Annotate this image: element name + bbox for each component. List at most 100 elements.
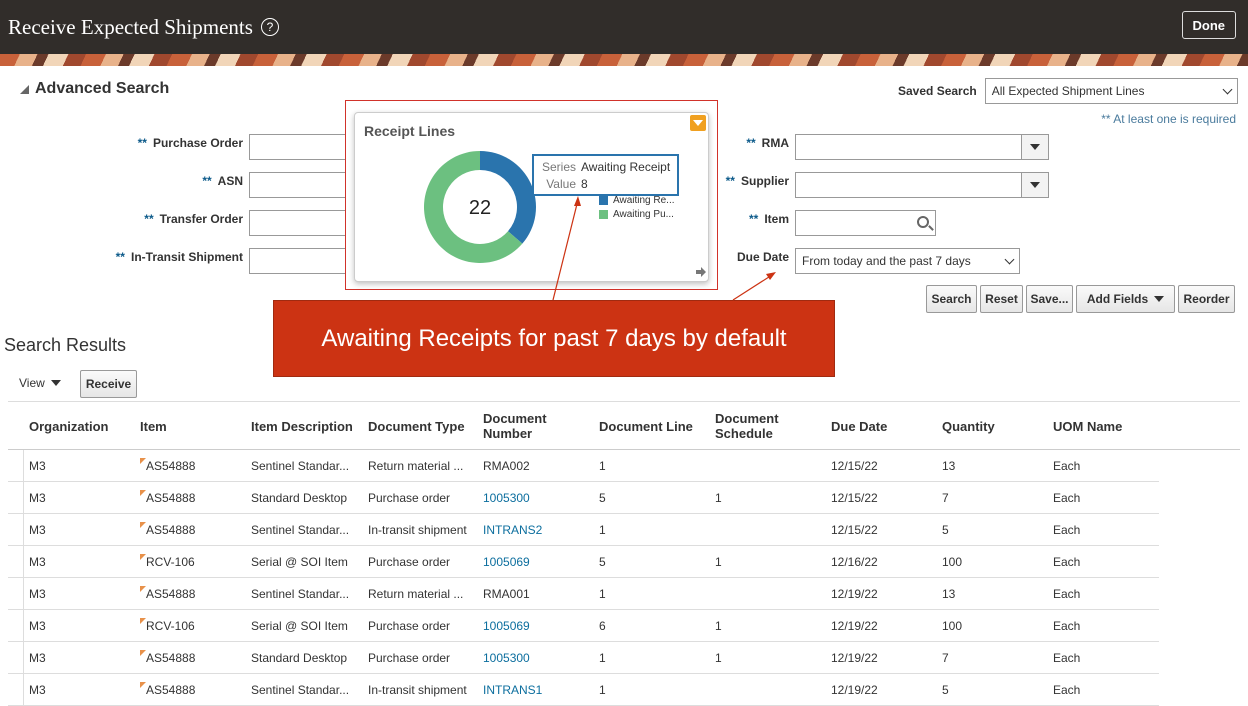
- purchase-order-label: Purchase Order: [152, 136, 243, 150]
- column-header[interactable]: Document Line: [599, 410, 693, 442]
- table-cell: AS54888: [146, 523, 196, 537]
- reset-button[interactable]: Reset: [980, 285, 1023, 313]
- due-date-select[interactable]: From today and the past 7 days: [795, 248, 1020, 274]
- document-number-link[interactable]: 1005300: [483, 651, 530, 665]
- table-cell: 12/16/22: [831, 555, 878, 569]
- row-selector[interactable]: [8, 482, 24, 514]
- table-cell: Return material ...: [368, 459, 464, 473]
- search-button[interactable]: Search: [926, 285, 977, 313]
- caret-down-icon: [1030, 144, 1040, 150]
- chevron-down-icon: [1004, 254, 1015, 265]
- column-header[interactable]: Item: [140, 410, 167, 442]
- in-transit-shipment-input[interactable]: [249, 248, 349, 274]
- done-button[interactable]: Done: [1181, 11, 1236, 39]
- search-icon[interactable]: [917, 216, 929, 228]
- row-selector[interactable]: [8, 610, 24, 642]
- legend-label: Awaiting Re...: [613, 194, 675, 206]
- saved-search: Saved Search All Expected Shipment Lines: [898, 78, 1238, 104]
- rma-combobox[interactable]: [795, 134, 1049, 160]
- expand-arrow-icon[interactable]: [696, 267, 706, 277]
- row-selector[interactable]: [8, 674, 24, 706]
- supplier-combobox[interactable]: [795, 172, 1049, 198]
- required-marker: **: [202, 174, 212, 188]
- add-fields-button[interactable]: Add Fields: [1076, 285, 1175, 313]
- purchase-order-input[interactable]: [249, 134, 349, 160]
- required-marker: **: [725, 174, 735, 188]
- document-number-link[interactable]: INTRANS1: [483, 683, 542, 697]
- table-cell: 1: [715, 651, 722, 665]
- table-cell: 5: [942, 523, 949, 537]
- table-cell: M3: [29, 459, 46, 473]
- column-header[interactable]: Organization: [29, 410, 108, 442]
- table-row[interactable]: M3 AS54888 Sentinel Standar... In-transit s…: [8, 514, 1159, 546]
- tooltip-series-key: Series: [541, 160, 576, 174]
- asn-input[interactable]: [249, 172, 349, 198]
- table-cell: 12/19/22: [831, 683, 878, 697]
- chart-legend: Awaiting Re... Awaiting Pu...: [599, 193, 675, 221]
- table-header: Organization Item Item Description Document…: [8, 402, 1240, 450]
- collapse-triangle-icon[interactable]: [20, 84, 29, 94]
- table-cell: Return material ...: [368, 587, 464, 601]
- page-header: Receive Expected Shipments ? Done: [0, 0, 1248, 54]
- document-number-link[interactable]: 1005069: [483, 619, 530, 633]
- supplier-dropdown-button[interactable]: [1021, 173, 1048, 197]
- tooltip-value-value: 8: [581, 177, 588, 191]
- column-header[interactable]: Quantity: [942, 410, 995, 442]
- table-cell: 1: [599, 587, 606, 601]
- table-cell: 1: [715, 619, 722, 633]
- receive-button[interactable]: Receive: [80, 370, 137, 398]
- table-row[interactable]: M3 AS54888 Sentinel Standar... In-transit s…: [8, 674, 1159, 706]
- table-cell: Purchase order: [368, 651, 451, 665]
- legend-label: Awaiting Pu...: [613, 208, 674, 220]
- table-cell: AS54888: [146, 587, 196, 601]
- row-selector[interactable]: [8, 450, 24, 482]
- table-row[interactable]: M3 AS54888 Sentinel Standar... Return mater…: [8, 578, 1159, 610]
- column-header[interactable]: Document Schedule: [715, 410, 795, 442]
- saved-search-select[interactable]: All Expected Shipment Lines: [984, 78, 1238, 104]
- reorder-button[interactable]: Reorder: [1178, 285, 1235, 313]
- table-row[interactable]: M3 AS54888 Sentinel Standar... Return mater…: [8, 450, 1159, 482]
- table-row[interactable]: M3 RCV-106 Serial @ SOI Item Purchase order…: [8, 610, 1159, 642]
- column-header[interactable]: Item Description: [251, 410, 353, 442]
- table-cell: AS54888: [146, 491, 196, 505]
- save-button[interactable]: Save...: [1026, 285, 1073, 313]
- table-cell: 13: [942, 587, 956, 601]
- transfer-order-field: ** Transfer Order: [0, 212, 243, 226]
- view-menu[interactable]: View: [19, 376, 61, 390]
- saved-search-value: All Expected Shipment Lines: [991, 84, 1145, 98]
- rma-dropdown-button[interactable]: [1021, 135, 1048, 159]
- row-selector[interactable]: [8, 578, 24, 610]
- purchase-order-field: ** Purchase Order: [0, 136, 243, 150]
- legend-item[interactable]: Awaiting Pu...: [599, 207, 675, 221]
- asn-label: ASN: [217, 174, 243, 188]
- table-cell: M3: [29, 523, 46, 537]
- caret-down-icon: [1030, 182, 1040, 188]
- table-cell: 1: [599, 683, 606, 697]
- column-header[interactable]: Document Number: [483, 410, 563, 442]
- table-row[interactable]: M3 RCV-106 Serial @ SOI Item Purchase order…: [8, 546, 1159, 578]
- document-number-link[interactable]: INTRANS2: [483, 523, 542, 537]
- required-marker: **: [115, 250, 125, 264]
- row-selector[interactable]: [8, 642, 24, 674]
- advanced-search-toggle[interactable]: Advanced Search: [20, 80, 169, 98]
- table-cell: Each: [1053, 523, 1081, 537]
- row-selector[interactable]: [8, 514, 24, 546]
- page-title: Receive Expected Shipments: [8, 14, 253, 39]
- column-header[interactable]: Due Date: [831, 410, 887, 442]
- supplier-label: Supplier: [740, 174, 789, 188]
- document-number-link[interactable]: 1005300: [483, 491, 530, 505]
- row-selector[interactable]: [8, 546, 24, 578]
- receipt-lines-card: Receipt Lines 22 Awaiting Re... Awaiting…: [354, 112, 709, 282]
- column-header[interactable]: Document Type: [368, 410, 465, 442]
- column-header[interactable]: UOM Name: [1053, 410, 1122, 442]
- table-row[interactable]: M3 AS54888 Standard Desktop Purchase order 1…: [8, 482, 1159, 514]
- table-cell: 7: [942, 651, 949, 665]
- document-number-link[interactable]: 1005069: [483, 555, 530, 569]
- item-input[interactable]: [795, 210, 936, 236]
- table-cell: 12/19/22: [831, 619, 878, 633]
- table-row[interactable]: M3 AS54888 Standard Desktop Purchase order 1…: [8, 642, 1159, 674]
- help-icon[interactable]: ?: [260, 18, 279, 36]
- required-marker: **: [144, 212, 154, 226]
- table-cell: 5: [599, 555, 606, 569]
- transfer-order-input[interactable]: [249, 210, 349, 236]
